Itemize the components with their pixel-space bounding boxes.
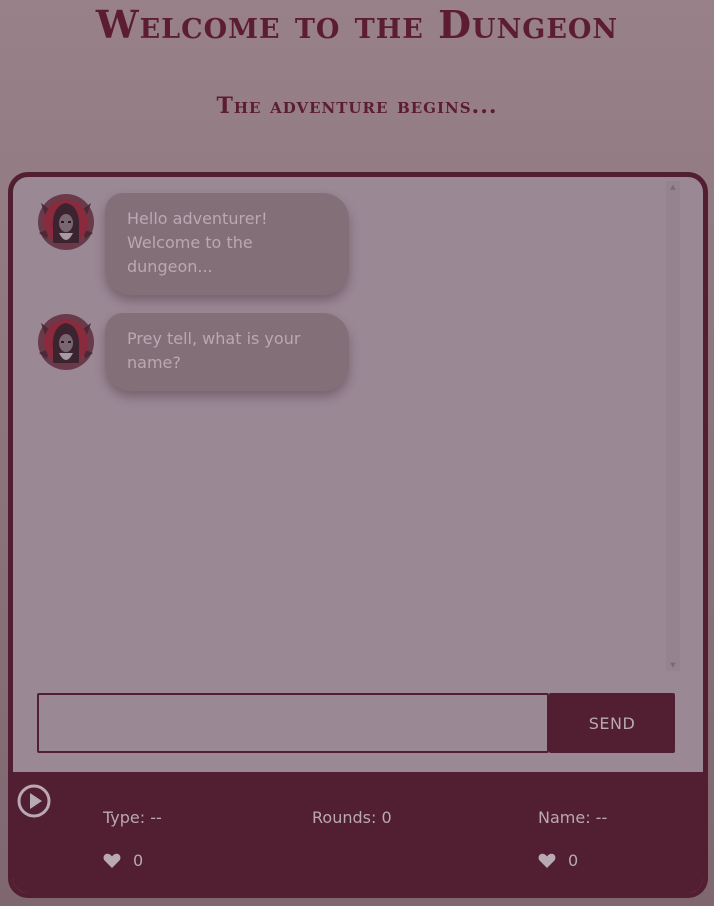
rounds-status: Rounds: 0 — [312, 808, 392, 827]
chat-bubble: Prey tell, what is your name? — [105, 313, 349, 391]
chat-scrollbar[interactable]: ▲ ▼ — [666, 181, 680, 671]
page-title: Welcome to the Dungeon — [95, 2, 619, 47]
type-status: Type: -- — [103, 808, 162, 827]
scroll-up-icon[interactable]: ▲ — [666, 181, 680, 193]
left-like[interactable]: 0 — [103, 849, 163, 873]
chat-bubble: Hello adventurer! Welcome to the dungeon… — [105, 193, 349, 295]
heart-icon — [103, 853, 121, 868]
status-bar: Type: -- Rounds: 0 Name: -- 0 0 — [13, 772, 703, 893]
right-like[interactable]: 0 — [538, 849, 598, 873]
left-like-count: 0 — [133, 851, 144, 870]
message-composer: SEND — [37, 693, 677, 753]
send-button[interactable]: SEND — [549, 693, 675, 753]
hooded-figure-avatar-icon — [37, 193, 95, 251]
play-circle-icon[interactable] — [17, 784, 51, 818]
page-subtitle: The adventure begins... — [216, 93, 498, 119]
chat-log: Hello adventurer! Welcome to the dungeon… — [13, 177, 663, 671]
scroll-down-icon[interactable]: ▼ — [666, 659, 680, 671]
name-status: Name: -- — [538, 808, 608, 827]
message-input[interactable] — [37, 693, 549, 753]
right-like-count: 0 — [568, 851, 579, 870]
hooded-figure-avatar-icon — [37, 313, 95, 371]
heart-icon — [538, 853, 556, 868]
chat-panel: Hello adventurer! Welcome to the dungeon… — [8, 172, 708, 898]
